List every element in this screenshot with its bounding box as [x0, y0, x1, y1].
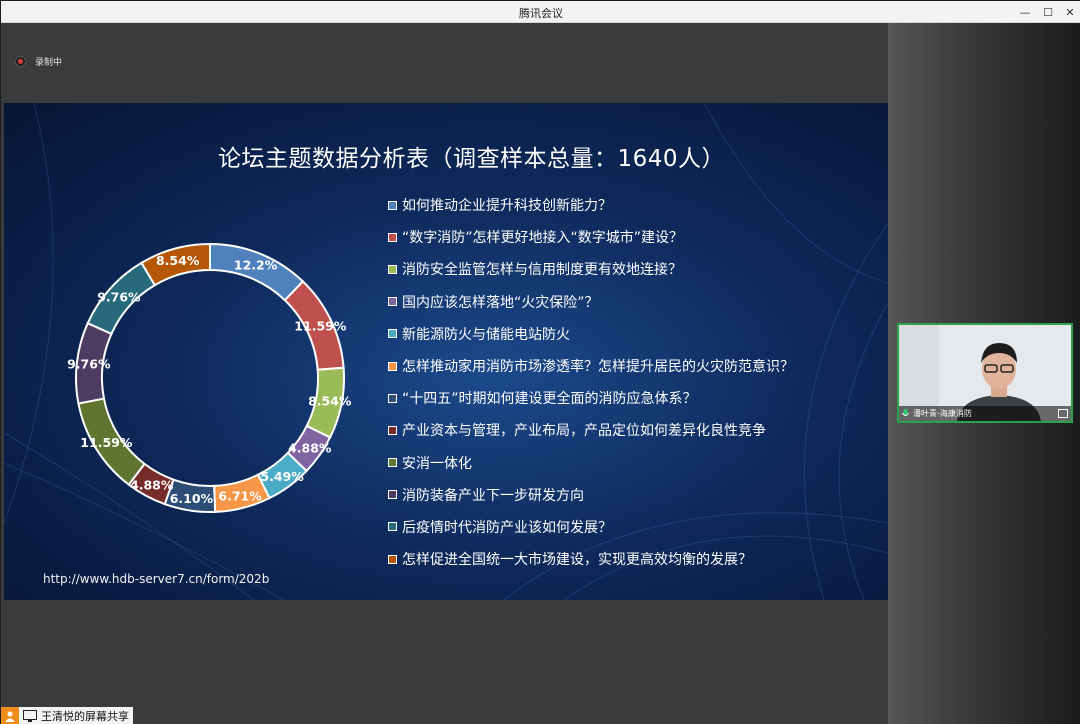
close-button[interactable]: ✕ — [1057, 1, 1080, 23]
chart-legend: 如何推动企业提升科技创新能力？ “数字消防”怎样更好地接入“数字城市”建设？ 消… — [388, 189, 794, 575]
legend-label: 安消一体化 — [402, 455, 472, 472]
slide-url: http://www.hdb-server7.cn/form/202b — [43, 572, 270, 586]
legend-swatch — [388, 458, 397, 468]
slice-label: 11.59% — [80, 435, 133, 450]
slice-label: 4.88% — [288, 441, 332, 456]
slice-label: 8.54% — [156, 253, 200, 268]
legend-swatch — [388, 522, 397, 532]
legend-item: 消防安全监管怎样与信用制度更有效地连接？ — [388, 253, 794, 285]
legend-label: 产业资本与管理，产业布局，产品定位如何差异化良性竞争 — [402, 423, 766, 440]
recording-indicator[interactable]: 录制中 — [15, 55, 62, 68]
screen-share-icon — [23, 710, 37, 722]
legend-swatch — [388, 554, 397, 564]
legend-item: 国内应该怎样落地“火灾保险”？ — [388, 286, 794, 318]
mic-icon — [902, 408, 909, 416]
legend-swatch — [388, 297, 397, 307]
legend-swatch — [388, 264, 397, 274]
slice-label: 9.76% — [67, 357, 111, 372]
window-title: 腾讯会议 — [519, 7, 563, 20]
legend-label: 消防装备产业下一步研发方向 — [402, 487, 584, 504]
legend-swatch — [388, 232, 397, 242]
slice-label: 12.2% — [234, 257, 278, 272]
legend-item: 怎样促进全国统一大市场建设，实现更高效均衡的发展？ — [388, 543, 794, 575]
legend-item: “数字消防”怎样更好地接入“数字城市”建设？ — [388, 221, 794, 253]
screen-share-label: 王清悦的屏幕共享 — [41, 710, 129, 723]
user-avatar-icon — [1, 707, 19, 724]
legend-label: “十四五”时期如何建设更全面的消防应急体系？ — [402, 391, 697, 408]
legend-swatch — [388, 425, 397, 435]
slice-label: 4.88% — [130, 478, 174, 493]
legend-label: 怎样促进全国统一大市场建设，实现更高效均衡的发展？ — [402, 552, 752, 569]
legend-item: 产业资本与管理，产业布局，产品定位如何差异化良性竞争 — [388, 414, 794, 446]
legend-item: 怎样推动家用消防市场渗透率？怎样提升居民的火灾防范意识？ — [388, 350, 794, 382]
slice-label: 6.10% — [170, 491, 214, 506]
legend-label: 国内应该怎样落地“火灾保险”？ — [402, 294, 599, 311]
slice-label: 11.59% — [294, 318, 347, 333]
meeting-window: 腾讯会议 — ☐ ✕ 录制中 论坛主题数据分析表（调查样本总量：1640人） 1… — [0, 0, 1080, 724]
recording-label: 录制中 — [35, 58, 63, 68]
slice-label: 6.71% — [218, 489, 262, 504]
presentation-slide: 论坛主题数据分析表（调查样本总量：1640人） 12.2% 11.59% 8.54%… — [4, 103, 888, 600]
record-icon — [15, 56, 26, 67]
legend-label: 后疫情时代消防产业该如何发展？ — [402, 519, 612, 536]
screen-share-bar[interactable]: 王清悦的屏幕共享 — [1, 707, 133, 724]
legend-label: 怎样推动家用消防市场渗透率？怎样提升居民的火灾防范意识？ — [402, 359, 794, 376]
legend-swatch — [388, 490, 397, 500]
legend-swatch — [388, 361, 397, 371]
participant-caption: 潘叶青-海康消防 — [899, 406, 1071, 421]
slice-label: 5.49% — [260, 469, 304, 484]
legend-item: 消防装备产业下一步研发方向 — [388, 479, 794, 511]
legend-label: 消防安全监管怎样与信用制度更有效地连接？ — [402, 262, 682, 279]
camera-icon[interactable] — [1058, 409, 1068, 418]
legend-item: 新能源防火与储能电站防火 — [388, 318, 794, 350]
slice-label: 8.54% — [308, 394, 352, 409]
legend-item: 如何推动企业提升科技创新能力？ — [388, 189, 794, 221]
legend-label: “数字消防”怎样更好地接入“数字城市”建设？ — [402, 230, 684, 247]
legend-swatch — [388, 329, 397, 339]
legend-label: 新能源防火与储能电站防火 — [402, 326, 570, 343]
legend-swatch — [388, 200, 397, 210]
legend-item: “十四五”时期如何建设更全面的消防应急体系？ — [388, 382, 794, 414]
legend-item: 后疫情时代消防产业该如何发展？ — [388, 511, 794, 543]
slice-label: 9.76% — [97, 289, 141, 304]
title-bar: 腾讯会议 — ☐ ✕ — [1, 1, 1080, 23]
participant-name: 潘叶青-海康消防 — [913, 409, 972, 418]
participant-video-tile[interactable]: 潘叶青-海康消防 — [897, 323, 1073, 423]
legend-swatch — [388, 393, 397, 403]
legend-item: 安消一体化 — [388, 447, 794, 479]
legend-label: 如何推动企业提升科技创新能力？ — [402, 198, 612, 215]
